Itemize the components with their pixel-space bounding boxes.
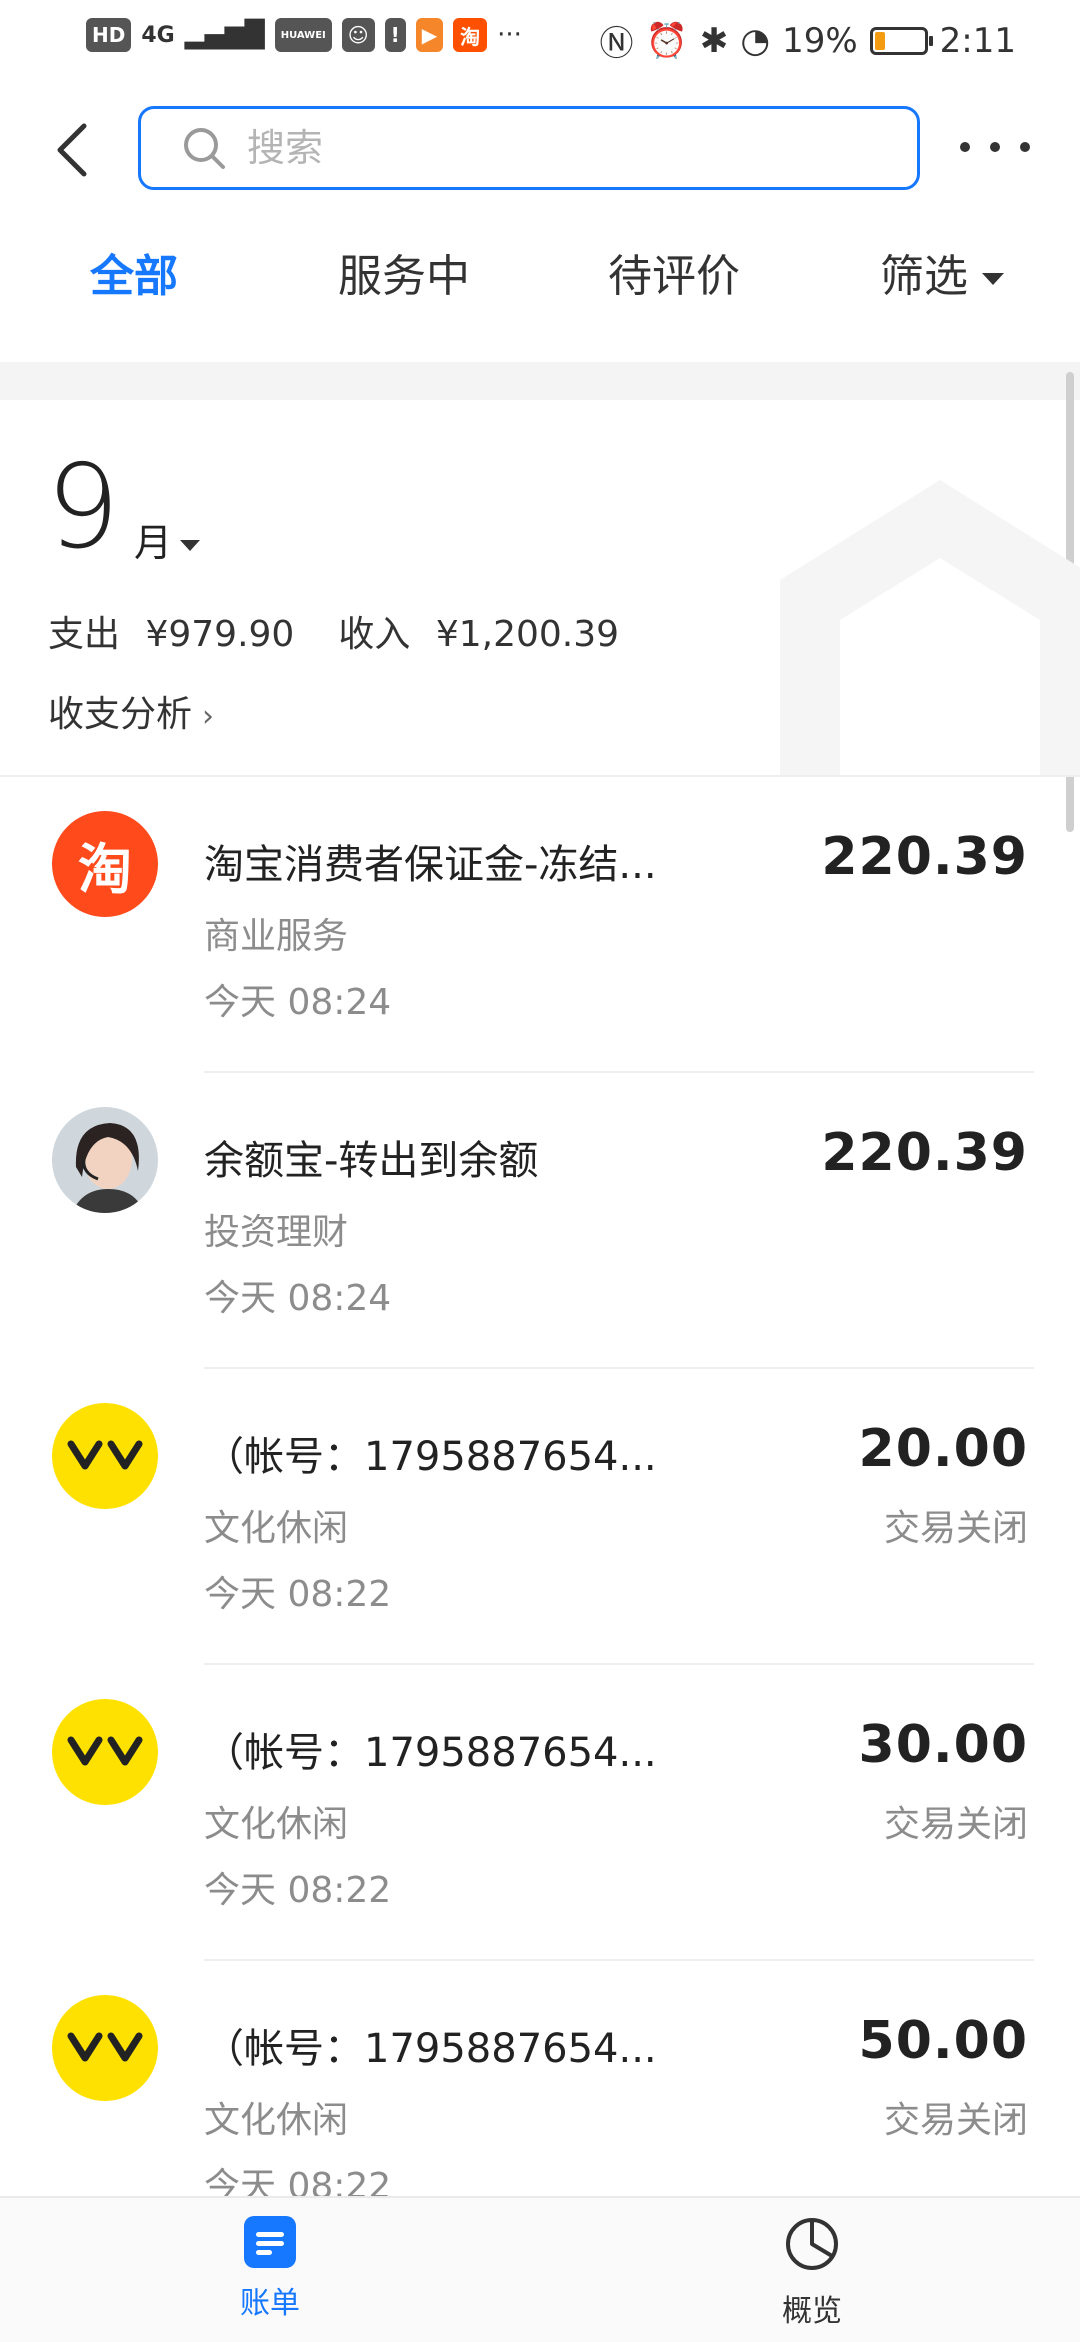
status-right-icons: Ⓝ ⏰ ✱ ◔ 19% 2:11 [600,16,1016,65]
filter-label: 筛选 [880,251,968,302]
yy-logo-icon [52,1403,158,1509]
chevron-right-icon: › [202,699,215,734]
hd-icon: HD [86,18,132,52]
section-divider [0,362,1080,400]
alarm-icon: ⏰ [645,20,688,61]
month-number: 9 [46,440,120,575]
tab-to-review[interactable]: 待评价 [608,240,740,304]
transaction-title: （帐号：1795887654... [204,1434,657,1480]
transaction-category: 文化休闲 [204,1804,349,1845]
more-notifications-icon: ··· [497,20,522,50]
transaction-amount: 220.39 [821,827,1028,887]
list-item[interactable]: （帐号：1795887654... 文化休闲 今天 08:22 30.00 交易… [0,1665,1080,1961]
transaction-amount: 30.00 [858,1715,1028,1775]
transaction-title: 余额宝-转出到余额 [204,1138,539,1184]
pie-chart-icon [786,2218,838,2270]
filter-tabs: 全部 服务中 待评价 筛选 [0,240,1080,350]
more-options-icon[interactable] [960,122,1030,172]
search-box[interactable] [138,106,920,190]
transaction-time: 今天 08:24 [204,1278,392,1319]
transaction-category: 投资理财 [204,1212,349,1253]
background-shape [780,480,1080,775]
signal-bars-icon: ▂▄▆█ [184,20,265,50]
income: 收入 ¥1,200.39 [338,605,619,657]
customer-service-avatar [52,1107,158,1213]
data-saver-icon: ◔ [740,20,771,61]
transaction-status: 交易关闭 [883,1508,1028,1549]
tab-filter[interactable]: 筛选 [880,240,1004,304]
nav-overview[interactable]: 概览 [712,2216,912,2330]
expense-label: 支出 [48,614,121,655]
transaction-list: 淘 淘宝消费者保证金-冻结... 商业服务 今天 08:24 220.39 余额… [0,777,1080,2257]
signal-icon: 4G [141,22,175,48]
tab-in-service[interactable]: 服务中 [338,240,470,304]
search-input[interactable] [245,125,809,171]
nav-bills-label: 账单 [240,2286,300,2321]
income-value: ¥1,200.39 [435,614,620,655]
transaction-title: 淘宝消费者保证金-冻结... [204,842,657,888]
transaction-category: 文化休闲 [204,1508,349,1549]
transaction-status: 交易关闭 [883,2100,1028,2141]
video-app-icon: ▶ [415,18,444,52]
transaction-status: 交易关闭 [883,1804,1028,1845]
search-icon [184,128,225,169]
nfc-icon: Ⓝ [599,24,634,64]
month-summary: 9 月 支出 ¥979.90 收入 ¥1,200.39 收支分析 › [0,400,1080,777]
bluetooth-icon: ✱ [699,20,729,61]
battery-icon [869,26,933,55]
status-left-icons: HD 4G ▂▄▆█ HUAWEI ☺ ! ▶ 淘 ··· [86,18,522,52]
nav-overview-label: 概览 [782,2294,842,2329]
taobao-logo-icon: 淘 [52,811,158,917]
yy-logo-icon [52,1995,158,2101]
transaction-category: 文化休闲 [204,2100,349,2141]
back-arrow-icon[interactable] [46,120,106,180]
caret-down-icon [180,540,201,551]
list-item[interactable]: （帐号：1795887654... 文化休闲 今天 08:22 20.00 交易… [0,1369,1080,1665]
transaction-time: 今天 08:22 [204,1870,392,1911]
yy-logo-icon [52,1699,158,1805]
nav-bills[interactable]: 账单 [170,2216,370,2322]
income-label: 收入 [338,614,411,655]
totals: 支出 ¥979.90 收入 ¥1,200.39 [48,605,619,657]
transaction-time: 今天 08:22 [204,1574,392,1615]
transaction-amount: 20.00 [858,1419,1028,1479]
transaction-time: 今天 08:24 [204,982,392,1023]
transaction-title: （帐号：1795887654... [204,1730,657,1776]
list-item[interactable]: 余额宝-转出到余额 投资理财 今天 08:24 220.39 [0,1073,1080,1369]
month-selector[interactable]: 月 [134,512,201,567]
expense-value: ¥979.90 [145,614,295,655]
header [0,92,1080,212]
cat-app-icon: ☺ [341,18,375,52]
caret-down-icon [982,273,1004,285]
huawei-app-icon: HUAWEI [274,18,332,52]
transaction-category: 商业服务 [204,916,349,957]
analysis-link[interactable]: 收支分析 › [48,685,214,737]
status-bar: HD 4G ▂▄▆█ HUAWEI ☺ ! ▶ 淘 ··· Ⓝ ⏰ ✱ ◔ 19… [0,0,1080,80]
expense: 支出 ¥979.90 [48,605,294,657]
list-item[interactable]: 淘 淘宝消费者保证金-冻结... 商业服务 今天 08:24 220.39 [0,777,1080,1073]
taobao-app-icon: 淘 [453,18,488,52]
transaction-amount: 50.00 [858,2011,1028,2071]
battery-percent: 19% [782,20,858,61]
transaction-title: （帐号：1795887654... [204,2026,657,2072]
battery-alert-icon: ! [384,18,406,52]
bottom-nav: 账单 概览 [0,2196,1080,2342]
tab-all[interactable]: 全部 [90,240,178,304]
bill-icon [244,2216,296,2268]
transaction-amount: 220.39 [821,1123,1028,1183]
clock: 2:11 [939,20,1016,61]
analysis-label: 收支分析 [48,694,193,735]
month-unit-label: 月 [134,521,173,565]
